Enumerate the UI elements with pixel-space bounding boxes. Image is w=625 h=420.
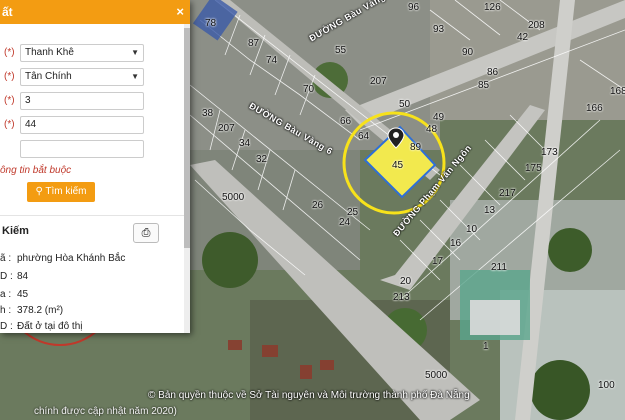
result-key: ã : bbox=[0, 253, 12, 264]
parcel-label: 213 bbox=[393, 292, 410, 303]
parcel-label: 26 bbox=[312, 200, 324, 211]
search-icon: ⚲ bbox=[35, 186, 43, 197]
parcel-label: 16 bbox=[450, 238, 462, 249]
parcel-label: 173 bbox=[541, 147, 558, 158]
parcel-label: 74 bbox=[266, 55, 278, 66]
parcel-label: 66 bbox=[340, 116, 352, 127]
extra-input[interactable] bbox=[20, 140, 144, 158]
result-key: D : bbox=[0, 271, 13, 282]
result-value: 378.2 (m²) bbox=[17, 305, 64, 316]
panel-title: ất bbox=[2, 5, 13, 19]
parcel-label: 70 bbox=[303, 84, 315, 95]
result-key: a : bbox=[0, 289, 12, 300]
result-value: 45 bbox=[17, 289, 29, 300]
parcel-label: 38 bbox=[202, 108, 214, 119]
map-sheet-input[interactable]: 3 bbox=[20, 92, 144, 110]
parcel-label: 85 bbox=[478, 80, 490, 91]
result-key: D : bbox=[0, 321, 13, 332]
ward-value: Tân Chính bbox=[25, 71, 72, 82]
result-value: 84 bbox=[17, 271, 29, 282]
update-note: chính được cập nhật năm 2020) bbox=[34, 406, 177, 417]
panel-header: ất × bbox=[0, 0, 190, 24]
parcel-label: 207 bbox=[370, 76, 387, 87]
parcel-search-panel: ất × (*) Thanh Khê ▼ (*) Tân Chính ▼ (*)… bbox=[0, 0, 190, 333]
parcel-label: 10 bbox=[466, 224, 478, 235]
parcel-label: 78 bbox=[205, 18, 217, 29]
result-row: ã : phường Hòa Khánh Bắc bbox=[0, 253, 125, 264]
required-hint: ông tin bắt buộc bbox=[0, 165, 72, 176]
result-row: a : 45 bbox=[0, 289, 28, 300]
district-value: Thanh Khê bbox=[25, 47, 74, 58]
parcel-label: 168 bbox=[610, 86, 625, 97]
parcel-label: 17 bbox=[432, 256, 444, 267]
result-value: phường Hòa Khánh Bắc bbox=[17, 253, 126, 264]
parcel-label: 207 bbox=[218, 123, 235, 134]
parcel-label: 126 bbox=[484, 2, 501, 13]
parcel-label: 13 bbox=[484, 205, 496, 216]
parcel-label: 42 bbox=[517, 32, 529, 43]
map-sheet-value: 3 bbox=[25, 95, 31, 106]
parcel-label: 86 bbox=[487, 67, 499, 78]
parcel-number-value: 44 bbox=[25, 119, 37, 130]
parcel-label: 24 bbox=[339, 217, 351, 228]
parcel-label: 100 bbox=[598, 380, 615, 391]
district-row: (*) Thanh Khê ▼ bbox=[0, 44, 190, 62]
parcel-label: 175 bbox=[525, 163, 542, 174]
parcel-label: 1 bbox=[483, 341, 489, 352]
parcel-label: 45 bbox=[392, 160, 404, 171]
results-title: Kiếm bbox=[2, 225, 29, 237]
chevron-down-icon: ▼ bbox=[131, 48, 139, 57]
map-sheet-row: (*) 3 bbox=[0, 92, 190, 110]
parcel-number-row: (*) 44 bbox=[0, 116, 190, 134]
parcel-label: 217 bbox=[499, 188, 516, 199]
extra-row bbox=[0, 140, 190, 158]
result-key: h : bbox=[0, 305, 12, 316]
parcel-label: 55 bbox=[335, 45, 347, 56]
parcel-label: 48 bbox=[426, 124, 438, 135]
chevron-down-icon: ▼ bbox=[131, 72, 139, 81]
parcel-label: 64 bbox=[358, 131, 370, 142]
search-button[interactable]: ⚲ Tìm kiếm bbox=[27, 182, 95, 202]
parcel-label: 90 bbox=[462, 47, 474, 58]
search-button-label: Tìm kiếm bbox=[45, 186, 87, 197]
parcel-label: 93 bbox=[433, 24, 445, 35]
scrollbar-thumb[interactable] bbox=[184, 28, 190, 248]
results-header: Kiếm ⎙ bbox=[0, 215, 184, 250]
result-row: D : Đất ở tại đô thị bbox=[0, 321, 82, 332]
result-row: h : 378.2 (m²) bbox=[0, 305, 63, 316]
parcel-label: 32 bbox=[256, 154, 268, 165]
required-marker: (*) bbox=[4, 71, 15, 82]
ward-row: (*) Tân Chính ▼ bbox=[0, 68, 190, 86]
parcel-label: 87 bbox=[248, 38, 260, 49]
print-icon: ⎙ bbox=[141, 227, 151, 239]
close-icon[interactable]: × bbox=[176, 0, 184, 24]
district-select[interactable]: Thanh Khê ▼ bbox=[20, 44, 144, 62]
copyright-text: © Bản quyền thuộc về Sở Tài nguyên và Mô… bbox=[148, 390, 470, 401]
parcel-label: 49 bbox=[433, 112, 445, 123]
parcel-label: 5000 bbox=[222, 192, 245, 203]
parcel-label: 20 bbox=[400, 276, 412, 287]
result-value: Đất ở tại đô thị bbox=[17, 321, 83, 332]
parcel-label: 211 bbox=[491, 262, 507, 273]
required-marker: (*) bbox=[4, 95, 15, 106]
ward-select[interactable]: Tân Chính ▼ bbox=[20, 68, 144, 86]
result-row: D : 84 bbox=[0, 271, 28, 282]
parcel-label: 34 bbox=[239, 138, 251, 149]
parcel-number-input[interactable]: 44 bbox=[20, 116, 144, 134]
required-marker: (*) bbox=[4, 119, 15, 130]
parcel-label: 5000 bbox=[425, 370, 448, 381]
parcel-label: 50 bbox=[399, 99, 411, 110]
required-marker: (*) bbox=[4, 47, 15, 58]
parcel-label: 208 bbox=[528, 20, 545, 31]
panel-scrollbar[interactable] bbox=[184, 24, 190, 333]
print-button[interactable]: ⎙ bbox=[133, 223, 159, 243]
parcel-label: 166 bbox=[586, 103, 603, 114]
parcel-label: 96 bbox=[408, 2, 420, 13]
parcel-label: 89 bbox=[410, 142, 422, 153]
